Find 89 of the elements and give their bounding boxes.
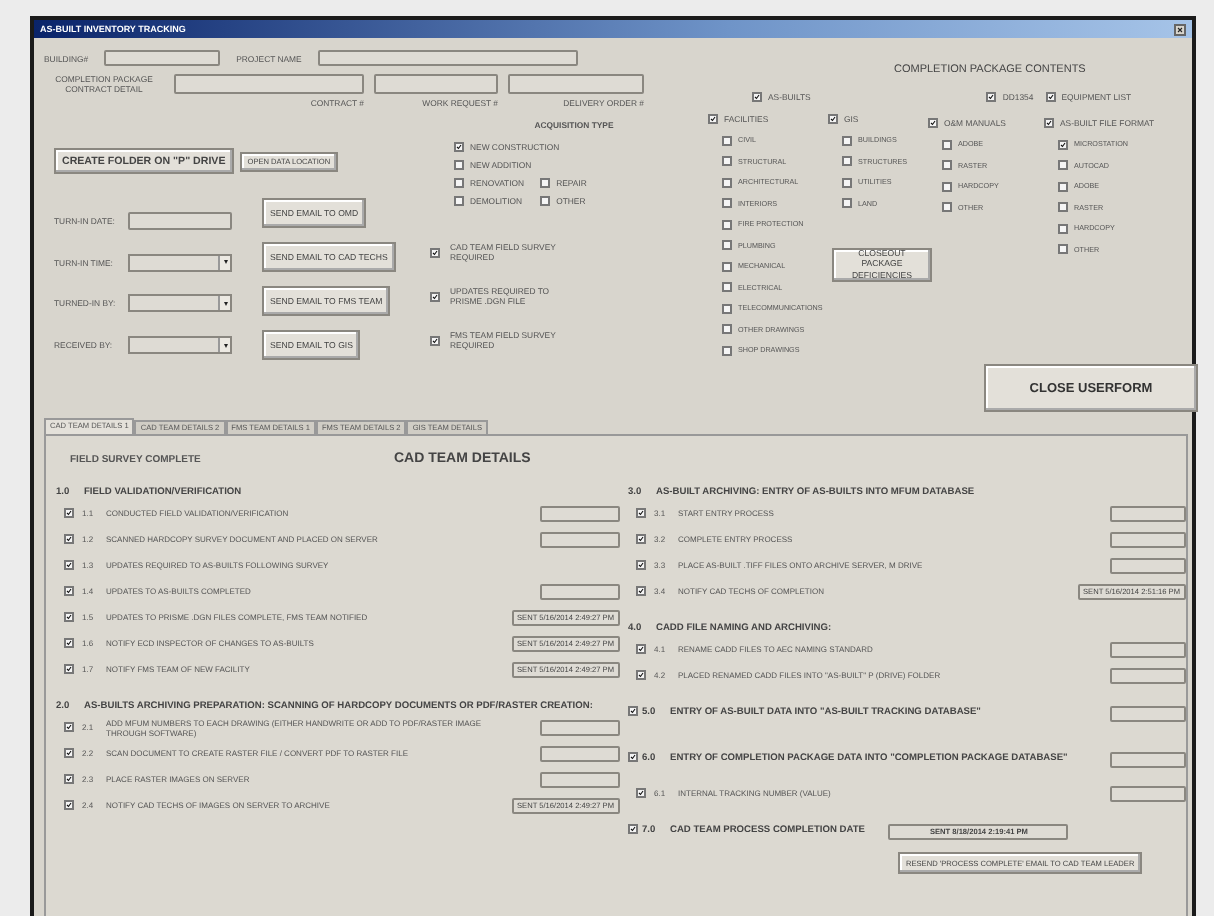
checkbox[interactable]	[722, 135, 732, 145]
checkbox[interactable]	[722, 282, 732, 292]
text-field[interactable]	[508, 74, 644, 94]
checkbox[interactable]	[64, 508, 74, 519]
checkbox[interactable]	[636, 788, 646, 799]
checkbox[interactable]	[1045, 92, 1056, 102]
checkbox[interactable]	[722, 303, 732, 313]
date-field[interactable]	[1110, 785, 1186, 802]
date-field[interactable]	[1110, 641, 1186, 658]
checkbox[interactable]	[1058, 223, 1068, 233]
checkbox[interactable]	[942, 202, 952, 212]
checkbox[interactable]	[1044, 118, 1054, 128]
date-field[interactable]	[1110, 706, 1186, 723]
checkbox[interactable]	[928, 118, 938, 128]
checkbox[interactable]	[942, 139, 952, 149]
close-icon[interactable]	[1174, 23, 1186, 35]
checkbox[interactable]	[722, 198, 732, 208]
checkbox[interactable]	[64, 774, 74, 785]
text-field[interactable]	[174, 74, 364, 94]
date-field[interactable]	[540, 505, 620, 522]
checkbox[interactable]	[64, 664, 74, 675]
dropdown-arrow-icon[interactable]	[218, 255, 230, 270]
text-field[interactable]	[374, 74, 498, 94]
date-field[interactable]	[1110, 667, 1186, 684]
checkbox[interactable]	[722, 261, 732, 271]
checkbox[interactable]	[722, 219, 732, 229]
checkbox[interactable]	[722, 345, 732, 355]
checkbox[interactable]	[722, 324, 732, 334]
checkbox[interactable]	[64, 612, 74, 623]
checkbox[interactable]	[540, 178, 551, 188]
dropdown-arrow-icon[interactable]	[218, 338, 230, 353]
checkbox[interactable]	[628, 752, 638, 763]
text-field[interactable]	[104, 50, 221, 66]
checkbox[interactable]	[636, 670, 646, 681]
checkbox[interactable]	[752, 92, 762, 102]
checkbox[interactable]	[842, 156, 852, 166]
date-field[interactable]	[1110, 531, 1186, 548]
checkbox[interactable]	[1058, 202, 1068, 212]
date-field[interactable]	[1110, 752, 1186, 769]
checkbox[interactable]	[64, 586, 74, 597]
checkbox[interactable]	[636, 586, 646, 597]
checkbox[interactable]	[454, 160, 464, 170]
checkbox[interactable]	[454, 178, 464, 188]
checkbox[interactable]	[842, 177, 852, 187]
checkbox[interactable]	[636, 534, 646, 545]
checkbox[interactable]	[1058, 160, 1068, 170]
checkbox[interactable]	[942, 160, 952, 170]
checkbox[interactable]	[722, 156, 732, 166]
checkbox[interactable]	[722, 240, 732, 250]
checkbox[interactable]	[708, 114, 718, 124]
checkbox[interactable]	[430, 247, 440, 258]
date-field[interactable]	[540, 745, 620, 762]
checkbox[interactable]	[430, 335, 440, 346]
checkbox[interactable]	[628, 824, 638, 835]
text-field[interactable]	[317, 50, 578, 66]
checkbox[interactable]	[454, 142, 464, 152]
checkbox[interactable]	[636, 560, 646, 571]
date-field[interactable]	[1110, 557, 1186, 574]
checkbox[interactable]	[628, 706, 638, 717]
checkbox[interactable]	[722, 177, 732, 187]
dropdown-field[interactable]	[128, 336, 232, 355]
checkbox[interactable]	[454, 196, 464, 206]
checkbox[interactable]	[64, 800, 74, 811]
date-field[interactable]	[1110, 505, 1186, 522]
checkbox[interactable]	[1058, 181, 1068, 191]
checkbox[interactable]	[986, 92, 997, 102]
dropdown-field[interactable]	[128, 294, 232, 313]
dropdown-field[interactable]	[128, 253, 232, 272]
date-field[interactable]	[540, 531, 620, 548]
checkbox[interactable]	[64, 534, 74, 545]
checkbox[interactable]	[64, 560, 74, 571]
date-field[interactable]	[540, 771, 620, 788]
dropdown-arrow-icon[interactable]	[218, 296, 230, 311]
checkbox[interactable]	[540, 196, 551, 206]
date-field[interactable]	[540, 583, 620, 600]
checkbox[interactable]	[64, 748, 74, 759]
checkbox[interactable]	[636, 644, 646, 655]
checkbox[interactable]	[842, 135, 852, 145]
checkbox[interactable]	[1058, 244, 1068, 254]
checkbox[interactable]	[942, 181, 952, 191]
checkbox[interactable]	[430, 291, 440, 302]
checkbox[interactable]	[64, 638, 74, 649]
checkbox[interactable]	[636, 508, 646, 519]
date-field[interactable]	[540, 719, 620, 736]
checkbox[interactable]	[842, 198, 852, 208]
checkbox[interactable]	[1058, 139, 1068, 149]
checkbox[interactable]	[64, 722, 74, 733]
checkbox[interactable]	[828, 114, 838, 124]
text-field[interactable]	[128, 211, 232, 230]
